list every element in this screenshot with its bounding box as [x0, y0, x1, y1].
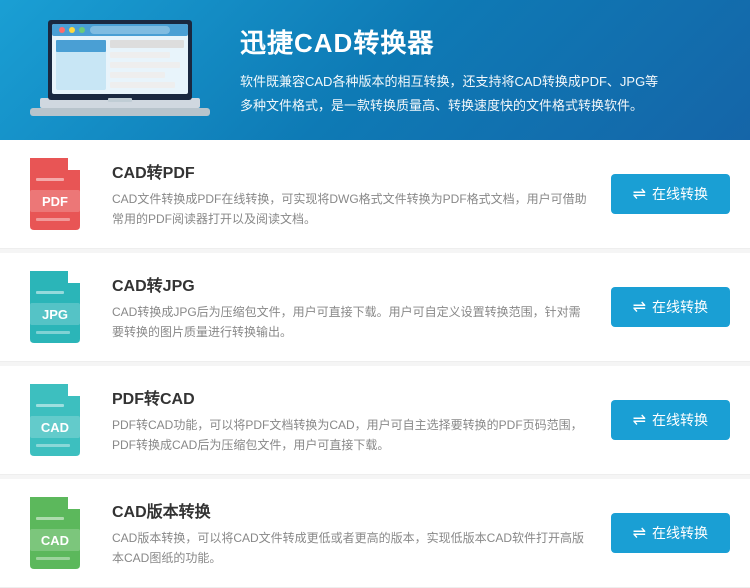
convert-label-cad-to-pdf: 在线转换 [652, 184, 708, 204]
convert-icon-cad-to-jpg: ⇌ [633, 297, 646, 317]
header-text-block: 迅捷CAD转换器 软件既兼容CAD各种版本的相互转换，还支持将CAD转换成PDF… [240, 23, 670, 117]
convert-icon-cad-to-pdf: ⇌ [633, 184, 646, 204]
feature-icon-cad-to-pdf: PDF [20, 158, 92, 230]
svg-text:CAD: CAD [41, 533, 69, 548]
feature-content-pdf-to-cad: PDF转CAD PDF转CAD功能，可以将PDF文档转换为CAD，用户可自主选择… [112, 385, 591, 456]
app-description: 软件既兼容CAD各种版本的相互转换，还支持将CAD转换成PDF、JPG等多种文件… [240, 70, 670, 117]
feature-icon-pdf-to-cad: CAD [20, 384, 92, 456]
convert-icon-cad-version: ⇌ [633, 523, 646, 543]
svg-text:PDF: PDF [42, 194, 68, 209]
feature-item-cad-version: CAD CAD版本转换 CAD版本转换，可以将CAD文件转成更低或者更高的版本，… [0, 479, 750, 588]
app-title: 迅捷CAD转换器 [240, 23, 670, 60]
feature-item-pdf-to-cad: CAD PDF转CAD PDF转CAD功能，可以将PDF文档转换为CAD，用户可… [0, 366, 750, 475]
feature-content-cad-to-pdf: CAD转PDF CAD文件转换成PDF在线转换，可实现将DWG格式文件转换为PD… [112, 159, 591, 230]
convert-button-pdf-to-cad[interactable]: ⇌ 在线转换 [611, 400, 730, 440]
feature-list: PDF CAD转PDF CAD文件转换成PDF在线转换，可实现将DWG格式文件转… [0, 140, 750, 588]
convert-button-cad-to-pdf[interactable]: ⇌ 在线转换 [611, 174, 730, 214]
convert-label-cad-version: 在线转换 [652, 523, 708, 543]
feature-title-cad-to-jpg: CAD转JPG [112, 272, 591, 296]
feature-title-pdf-to-cad: PDF转CAD [112, 385, 591, 409]
convert-label-pdf-to-cad: 在线转换 [652, 410, 708, 430]
feature-content-cad-to-jpg: CAD转JPG CAD转换成JPG后为压缩包文件，用户可直接下载。用户可自定义设… [112, 272, 591, 343]
feature-desc-pdf-to-cad: PDF转CAD功能，可以将PDF文档转换为CAD，用户可自主选择要转换的PDF页… [112, 415, 591, 456]
feature-title-cad-version: CAD版本转换 [112, 498, 591, 522]
feature-icon-cad-version: CAD [20, 497, 92, 569]
header-illustration [30, 10, 210, 130]
feature-icon-cad-to-jpg: JPG [20, 271, 92, 343]
feature-item-cad-to-pdf: PDF CAD转PDF CAD文件转换成PDF在线转换，可实现将DWG格式文件转… [0, 140, 750, 249]
convert-icon-pdf-to-cad: ⇌ [633, 410, 646, 430]
convert-label-cad-to-jpg: 在线转换 [652, 297, 708, 317]
feature-desc-cad-version: CAD版本转换，可以将CAD文件转成更低或者更高的版本，实现低版本CAD软件打开… [112, 528, 591, 569]
feature-content-cad-version: CAD版本转换 CAD版本转换，可以将CAD文件转成更低或者更高的版本，实现低版… [112, 498, 591, 569]
svg-text:CAD: CAD [41, 420, 69, 435]
feature-desc-cad-to-jpg: CAD转换成JPG后为压缩包文件，用户可直接下载。用户可自定义设置转换范围，针对… [112, 302, 591, 343]
convert-button-cad-version[interactable]: ⇌ 在线转换 [611, 513, 730, 553]
feature-title-cad-to-pdf: CAD转PDF [112, 159, 591, 183]
feature-desc-cad-to-pdf: CAD文件转换成PDF在线转换，可实现将DWG格式文件转换为PDF格式文档，用户… [112, 189, 591, 230]
svg-text:JPG: JPG [42, 307, 68, 322]
convert-button-cad-to-jpg[interactable]: ⇌ 在线转换 [611, 287, 730, 327]
header: 迅捷CAD转换器 软件既兼容CAD各种版本的相互转换，还支持将CAD转换成PDF… [0, 0, 750, 140]
feature-item-cad-to-jpg: JPG CAD转JPG CAD转换成JPG后为压缩包文件，用户可直接下载。用户可… [0, 253, 750, 362]
